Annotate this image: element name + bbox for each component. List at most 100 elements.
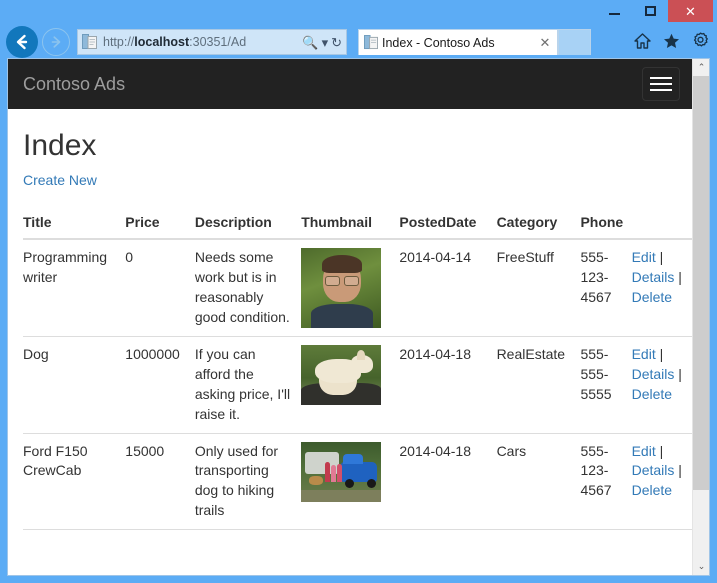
cell-description	[194, 528, 302, 566]
ads-table: Title Price Description Thumbnail Posted…	[23, 206, 693, 566]
cell-thumbnail	[301, 239, 399, 337]
create-new-link[interactable]: Create New	[23, 172, 97, 188]
edit-link[interactable]: Edit	[632, 249, 656, 265]
refresh-icon[interactable]: ↻	[331, 36, 342, 49]
page-container: Index Create New Title Price Description…	[8, 129, 709, 566]
browser-toolbar-icons	[634, 32, 709, 54]
cell-posteddate	[399, 528, 497, 566]
gear-icon[interactable]	[692, 32, 709, 54]
cell-actions: Edit | Details | Delete	[631, 336, 693, 433]
address-bar-icons: 🔍 ▾ ↻	[302, 36, 342, 49]
cell-category: RealEstate	[496, 336, 581, 433]
tab-strip: Index - Contoso Ads ✕	[358, 29, 591, 55]
cell-actions: Edit | Details | Delete	[632, 239, 693, 337]
details-link[interactable]: Details	[632, 366, 675, 382]
cell-category: Cars	[496, 432, 581, 530]
table-body: Programming writer 0 Needs some work but…	[23, 239, 693, 566]
new-tab-button[interactable]	[558, 29, 591, 55]
table-header-row: Title Price Description Thumbnail Posted…	[23, 206, 693, 240]
table-row	[23, 528, 693, 566]
column-header-actions	[631, 206, 693, 240]
cell-price	[125, 528, 195, 566]
address-bar[interactable]: http://localhost:30351/Ad 🔍 ▾ ↻	[77, 29, 347, 55]
edit-link[interactable]: Edit	[632, 346, 656, 362]
favorites-star-icon[interactable]	[663, 33, 680, 54]
cell-title	[23, 528, 126, 566]
cell-title: Ford F150 CrewCab	[23, 432, 126, 530]
column-header-thumbnail: Thumbnail	[301, 206, 400, 240]
cell-description: Only used for transporting dog to hiking…	[194, 432, 302, 530]
cell-phone	[580, 528, 632, 566]
action-separator: |	[659, 346, 664, 362]
column-header-title: Title	[23, 206, 126, 240]
cell-posteddate: 2014-04-18	[399, 432, 497, 530]
scroll-down-arrow-icon[interactable]: ⌄	[693, 558, 709, 575]
delete-link[interactable]: Delete	[632, 482, 672, 498]
action-separator: |	[678, 268, 682, 285]
cell-phone: 555-123-4567	[580, 249, 612, 305]
minimize-button[interactable]	[596, 0, 632, 22]
site-navbar: Contoso Ads	[8, 59, 709, 109]
cell-thumbnail	[301, 336, 400, 433]
tab-index-contoso-ads[interactable]: Index - Contoso Ads ✕	[358, 29, 558, 55]
cell-thumbnail	[301, 528, 400, 566]
column-header-phone: Phone	[580, 206, 632, 240]
forward-arrow-icon	[51, 36, 61, 48]
details-link[interactable]: Details	[632, 269, 675, 285]
table-row: Dog 1000000 If you can afford the asking…	[23, 336, 693, 433]
cell-title: Dog	[23, 336, 126, 433]
cell-thumbnail	[301, 432, 400, 530]
page-favicon-icon	[82, 34, 97, 50]
blue-truck-photo	[301, 441, 382, 502]
cell-phone: 555-123-4567	[580, 432, 632, 530]
delete-link[interactable]: Delete	[632, 289, 672, 305]
column-header-posteddate: PostedDate	[399, 206, 497, 240]
edit-link[interactable]: Edit	[632, 443, 656, 459]
navbar-brand[interactable]: Contoso Ads	[23, 59, 125, 109]
home-icon[interactable]	[634, 32, 651, 54]
details-link[interactable]: Details	[632, 462, 675, 478]
hamburger-menu-button[interactable]	[642, 67, 680, 101]
cell-actions: Edit | Details | Delete	[631, 432, 693, 530]
close-icon: ✕	[685, 3, 696, 19]
hamburger-icon-bar	[650, 83, 672, 85]
back-arrow-icon	[16, 34, 28, 50]
close-button[interactable]: ✕	[668, 0, 713, 22]
page-viewport: Contoso Ads Index Create New Title Price…	[7, 58, 710, 576]
chevron-down-icon[interactable]: ▾	[322, 36, 329, 49]
minimize-icon	[608, 13, 620, 15]
cell-price: 0	[125, 249, 134, 265]
cell-category: FreeStuff	[496, 249, 554, 265]
man-with-glasses-photo	[301, 248, 382, 328]
browser-window: ✕ http://localhost:30351/Ad 🔍 ▾ ↻ Index …	[0, 0, 717, 583]
cell-price: 15000	[125, 432, 195, 530]
table-row: Programming writer 0 Needs some work but…	[23, 239, 693, 337]
tab-close-icon[interactable]: ✕	[538, 36, 552, 49]
create-new-wrapper: Create New	[23, 172, 694, 190]
search-icon[interactable]: 🔍	[302, 36, 318, 49]
maximize-button[interactable]	[632, 0, 668, 22]
scrollbar-thumb[interactable]	[693, 76, 709, 490]
hamburger-icon-bar	[650, 77, 672, 79]
white-dog-photo	[301, 345, 382, 405]
column-header-category: Category	[496, 206, 581, 240]
cell-price: 1000000	[125, 336, 195, 433]
window-controls: ✕	[596, 0, 713, 22]
back-button[interactable]	[6, 26, 38, 58]
tab-title: Index - Contoso Ads	[382, 35, 495, 50]
browser-navigation-bar: http://localhost:30351/Ad 🔍 ▾ ↻ Index - …	[0, 24, 717, 60]
cell-posteddate: 2014-04-18	[399, 336, 497, 433]
action-separator: |	[659, 442, 664, 459]
forward-button[interactable]	[42, 28, 70, 56]
vertical-scrollbar[interactable]: ⌃ ⌄	[692, 59, 709, 575]
column-header-description: Description	[194, 206, 302, 240]
scroll-up-arrow-icon[interactable]: ⌃	[693, 59, 709, 76]
delete-link[interactable]: Delete	[632, 386, 672, 402]
action-separator: |	[678, 462, 682, 479]
action-separator: |	[659, 249, 664, 265]
cell-phone: 555-555-5555	[580, 336, 632, 433]
hamburger-icon-bar	[650, 89, 672, 91]
cell-posteddate: 2014-04-14	[399, 249, 472, 265]
tab-favicon-icon	[364, 35, 378, 50]
table-header: Title Price Description Thumbnail Posted…	[23, 206, 693, 240]
